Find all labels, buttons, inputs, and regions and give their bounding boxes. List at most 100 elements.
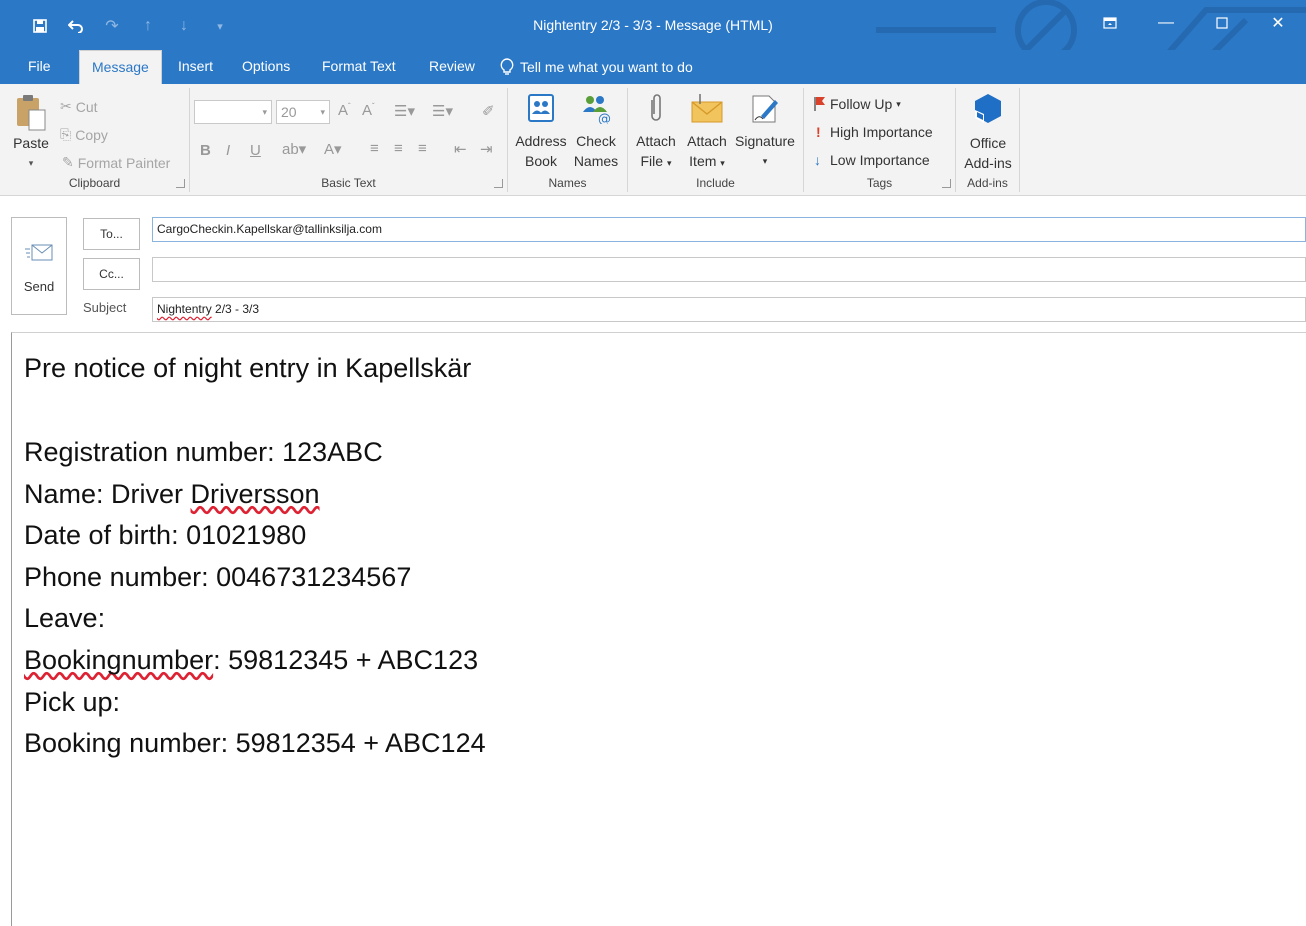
subject-label: Subject — [83, 300, 127, 315]
paste-icon — [17, 95, 46, 131]
signature-button[interactable]: Signature ▾ — [732, 92, 798, 171]
align-center-icon[interactable]: ≡ — [394, 140, 403, 157]
subject-rest: 2/3 - 3/3 — [211, 302, 260, 316]
send-button[interactable]: Send — [11, 217, 67, 315]
subject-field[interactable]: Nightentry 2/3 - 3/3 — [152, 297, 1306, 322]
ribbon-tabs: File Message Insert Options Format Text … — [0, 50, 1306, 84]
paste-dropdown-icon[interactable]: ▾ — [8, 153, 54, 173]
decrease-indent-icon[interactable]: ⇤ — [454, 140, 467, 158]
to-button[interactable]: To... — [83, 218, 140, 250]
align-left-icon[interactable]: ≡ — [370, 140, 379, 157]
low-importance-button[interactable]: ↓ Low Importance — [814, 152, 930, 168]
copy-button[interactable]: ⎘ Copy — [60, 126, 108, 143]
format-painter-button[interactable]: ✎ Format Painter — [62, 154, 170, 171]
tell-me-text: Tell me what you want to do — [520, 59, 693, 75]
basic-text-group: ▾ 20 ▾ Aˆ Aˇ ☰▾ ☰▾ ✐ B I U ab▾ A▾ ≡ ≡ ≡ ⇤… — [190, 88, 508, 192]
copy-icon: ⎘ — [60, 126, 72, 142]
tell-me-search[interactable]: Tell me what you want to do — [500, 50, 693, 84]
include-group: Attach File ▾ Attach Item ▾ Signature ▾ … — [628, 88, 804, 192]
body-registration: Registration number: 123ABC — [24, 437, 383, 467]
align-right-icon[interactable]: ≡ — [418, 140, 427, 157]
body-pickup: Pick up: — [24, 687, 121, 717]
attach-item-label-1: Attach — [687, 133, 727, 149]
low-importance-label: Low Importance — [830, 152, 930, 168]
check-names-label-1: Check — [576, 133, 616, 149]
tab-options[interactable]: Options — [230, 50, 302, 84]
scissors-icon: ✂ — [60, 98, 72, 114]
booking-misspelled-word: Bookingnumber — [24, 645, 214, 675]
body-booking-1: Bookingnumber: 59812345 + ABC123 — [24, 645, 479, 675]
clipboard-group-label: Clipboard — [68, 176, 121, 190]
copy-label: Copy — [75, 126, 108, 143]
to-field[interactable]: CargoCheckin.Kapellskar@tallinksilja.com — [152, 217, 1306, 242]
subject-misspelled-word: Nightentry — [157, 302, 212, 316]
bullets-icon[interactable]: ☰▾ — [394, 102, 415, 120]
addins-group: Office Add-ins Add-ins — [956, 88, 1020, 192]
cut-button[interactable]: ✂ Cut — [60, 98, 98, 115]
tab-file[interactable]: File — [16, 50, 63, 84]
increase-indent-icon[interactable]: ⇥ — [480, 140, 493, 158]
close-icon[interactable]: ✕ — [1250, 8, 1306, 38]
address-book-label-2: Book — [525, 153, 557, 169]
names-group: Address Book @ Check Names Names — [508, 88, 628, 192]
ribbon: Paste ▾ ✂ Cut ⎘ Copy ✎ Format Painter Clipb… — [0, 84, 1306, 275]
basic-text-group-label: Basic Text — [321, 176, 376, 190]
name-misspelled-word: Driversson — [190, 479, 320, 509]
send-envelope-icon — [25, 244, 53, 261]
signature-dropdown-icon[interactable]: ▾ — [732, 151, 798, 171]
body-dob: Date of birth: 01021980 — [24, 520, 307, 550]
address-book-button[interactable]: Address Book — [512, 92, 570, 171]
body-phone: Phone number: 0046731234567 — [24, 562, 412, 592]
clear-formatting-icon[interactable]: ✐ — [482, 102, 495, 120]
office-addins-button[interactable]: Office Add-ins — [958, 92, 1018, 173]
tags-group: Follow Up ▾ ! High Importance ↓ Low Impor… — [804, 88, 956, 192]
follow-up-label: Follow Up — [830, 96, 893, 112]
italic-icon[interactable]: I — [226, 142, 230, 159]
font-name-combo[interactable]: ▾ — [194, 100, 272, 124]
attach-file-button[interactable]: Attach File ▾ — [632, 92, 680, 173]
tab-insert[interactable]: Insert — [166, 50, 225, 84]
paste-button[interactable]: Paste ▾ — [8, 92, 54, 173]
clipboard-launcher-icon[interactable] — [176, 179, 185, 188]
basic-text-launcher-icon[interactable] — [494, 179, 503, 188]
body-booking-2: Booking number: 59812354 + ABC124 — [24, 728, 486, 758]
tab-review[interactable]: Review — [417, 50, 487, 84]
underline-icon[interactable]: U — [250, 142, 261, 159]
follow-up-button[interactable]: Follow Up ▾ — [814, 96, 901, 112]
addins-group-label: Add-ins — [967, 176, 1008, 190]
tags-group-label: Tags — [866, 176, 893, 190]
tags-launcher-icon[interactable] — [942, 179, 951, 188]
high-importance-button[interactable]: ! High Importance — [816, 124, 933, 140]
minimize-icon[interactable]: — — [1138, 8, 1194, 38]
numbering-icon[interactable]: ☰▾ — [432, 102, 453, 120]
brush-icon: ✎ — [62, 154, 74, 170]
font-color-icon[interactable]: A▾ — [324, 140, 342, 158]
flag-icon — [814, 97, 825, 111]
tab-message[interactable]: Message — [79, 50, 162, 84]
attach-item-label-2: Item ▾ — [689, 153, 725, 169]
highlight-icon[interactable]: ab▾ — [282, 140, 306, 158]
signature-icon — [752, 95, 778, 123]
bold-icon[interactable]: B — [200, 142, 211, 159]
shrink-font-icon[interactable]: Aˇ — [362, 102, 375, 119]
format-painter-label: Format Painter — [77, 154, 171, 171]
clipboard-group: Paste ▾ ✂ Cut ⎘ Copy ✎ Format Painter Clipb… — [0, 88, 190, 192]
cc-button[interactable]: Cc... — [83, 258, 140, 290]
message-body[interactable]: Pre notice of night entry in Kapellskär … — [11, 332, 1306, 926]
grow-font-icon[interactable]: Aˆ — [338, 102, 351, 119]
attach-file-label-1: Attach — [636, 133, 676, 149]
tab-format-text[interactable]: Format Text — [310, 50, 408, 84]
address-book-icon — [528, 94, 554, 122]
attach-item-button[interactable]: Attach Item ▾ — [682, 92, 732, 173]
send-label: Send — [23, 279, 55, 294]
office-addins-label-1: Office — [969, 135, 1007, 151]
paperclip-icon — [651, 94, 661, 121]
names-group-label: Names — [548, 176, 587, 190]
font-size-combo[interactable]: 20 ▾ — [276, 100, 330, 124]
cc-field[interactable] — [152, 257, 1306, 282]
ribbon-display-options-icon[interactable] — [1082, 8, 1138, 38]
check-names-button[interactable]: @ Check Names — [570, 92, 622, 171]
address-book-label-1: Address — [515, 133, 567, 149]
maximize-icon[interactable] — [1194, 8, 1250, 38]
title-bar: ↷ ↑ ↓ ▾ Nightentry 2/3 - 3/3 - Message (… — [0, 0, 1306, 50]
